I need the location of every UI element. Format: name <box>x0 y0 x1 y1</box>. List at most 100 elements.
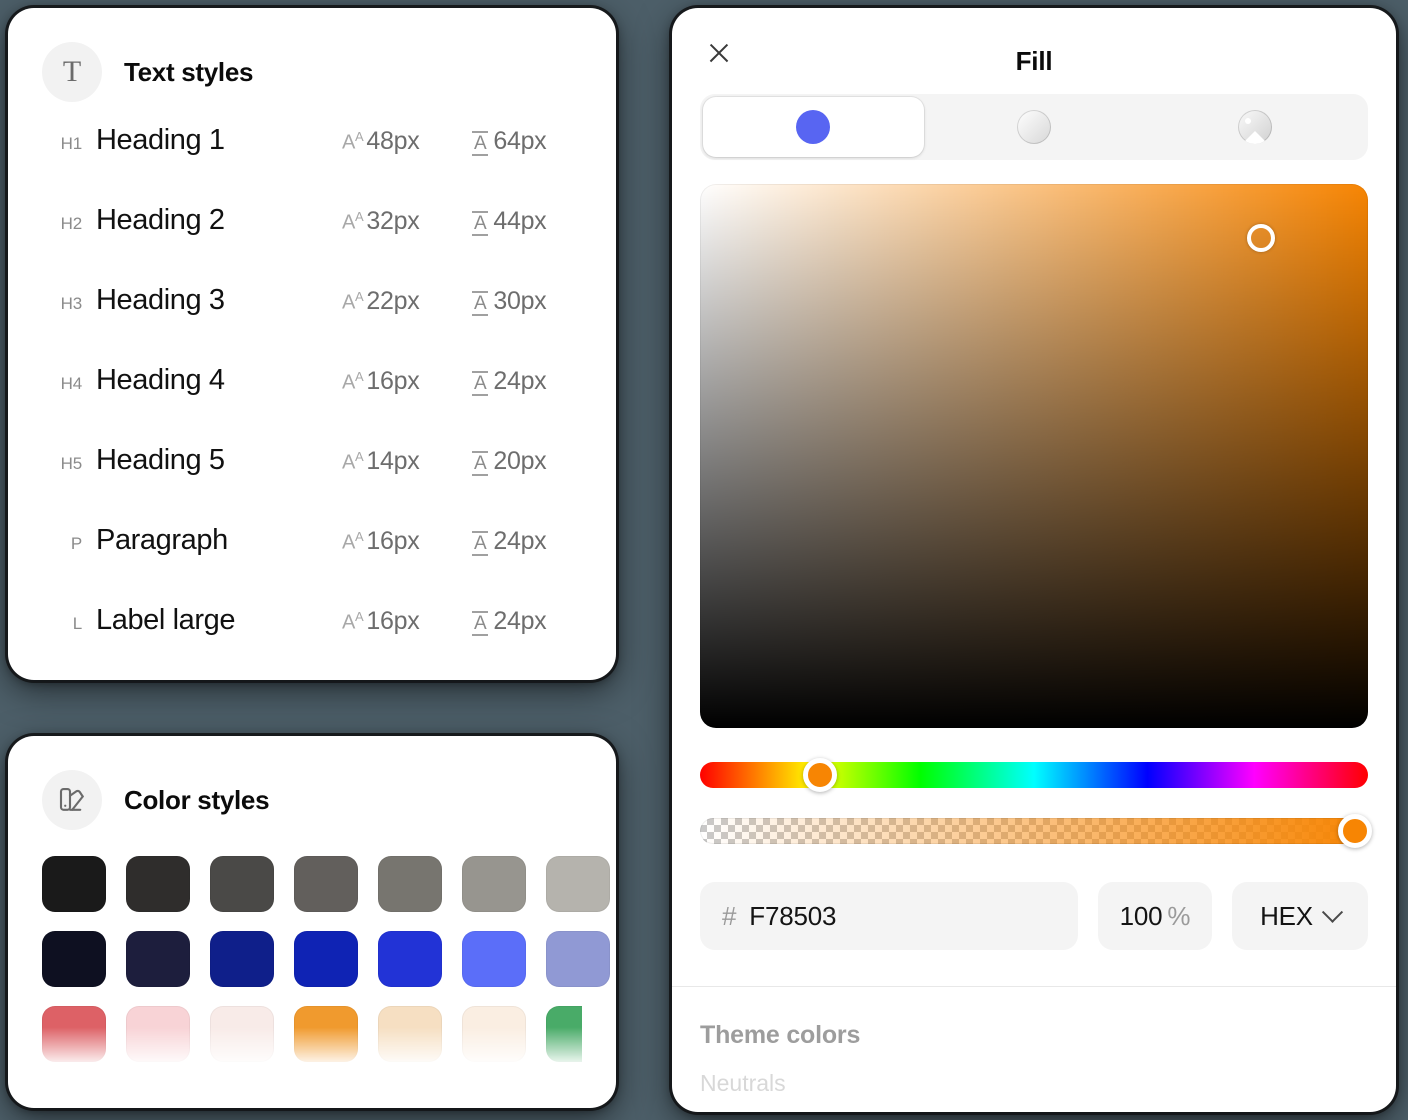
fill-type-tabs <box>700 94 1368 160</box>
color-swatch[interactable] <box>294 931 358 987</box>
solid-color-circle-icon <box>796 110 831 144</box>
line-height-metric: A 24px <box>472 527 582 556</box>
style-name: Heading 3 <box>96 284 225 316</box>
color-swatch[interactable] <box>42 1006 106 1062</box>
gradient-circle-icon <box>1017 110 1051 144</box>
font-size-metric: AA 16px <box>342 527 472 556</box>
color-styles-header: Color styles <box>8 736 616 830</box>
list-item[interactable]: L Label large AA 16px A 24px <box>8 604 616 680</box>
line-height-icon: A <box>472 211 489 236</box>
color-swatch[interactable] <box>462 1006 526 1062</box>
line-height-value: 24px <box>493 607 547 635</box>
alpha-slider-handle[interactable] <box>1337 814 1372 848</box>
line-height-icon: A <box>472 451 489 476</box>
page-title: Text styles <box>124 56 254 87</box>
font-size-value: 22px <box>366 287 420 315</box>
color-swatch[interactable] <box>42 931 106 987</box>
color-swatch[interactable] <box>378 856 442 912</box>
tab-gradient[interactable] <box>924 97 1145 157</box>
style-tag: P <box>70 534 82 553</box>
color-swatch[interactable] <box>546 856 610 912</box>
style-name: Heading 5 <box>96 444 225 476</box>
color-swatch[interactable] <box>126 931 190 987</box>
font-size-value: 14px <box>366 447 420 475</box>
color-styles-title: Color styles <box>124 784 270 815</box>
tab-solid-color[interactable] <box>703 97 924 157</box>
opacity-input[interactable]: 100 % <box>1098 882 1212 950</box>
color-swatch[interactable] <box>294 856 358 912</box>
color-format-select[interactable]: HEX <box>1232 882 1368 950</box>
list-item[interactable]: P Paragraph AA 16px A 24px <box>8 524 616 604</box>
opacity-unit: % <box>1167 900 1191 931</box>
text-style-list: H1 Heading 1 AA 48px A 64px H2 Heading 2… <box>8 124 616 680</box>
style-tag: H1 <box>60 134 83 153</box>
line-height-value: 30px <box>493 287 547 315</box>
line-height-value: 24px <box>493 367 547 395</box>
font-size-value: 16px <box>366 527 420 555</box>
color-swatch[interactable] <box>462 856 526 912</box>
color-swatch[interactable] <box>210 1006 274 1062</box>
color-swatch-grid <box>8 856 616 1062</box>
tab-image[interactable] <box>1144 97 1365 157</box>
color-swatch[interactable] <box>210 931 274 987</box>
list-item[interactable]: H3 Heading 3 AA 22px A 30px <box>8 284 616 364</box>
font-size-icon: AA <box>342 609 364 634</box>
color-swatch[interactable] <box>42 856 106 912</box>
line-height-metric: A 64px <box>472 127 582 156</box>
hex-value: F78503 <box>749 900 837 931</box>
hue-slider[interactable] <box>700 758 1368 792</box>
line-height-icon: A <box>472 291 489 316</box>
list-item[interactable]: H5 Heading 5 AA 14px A 20px <box>8 444 616 524</box>
line-height-value: 20px <box>493 447 547 475</box>
line-height-icon: A <box>472 371 489 396</box>
color-swatch[interactable] <box>126 1006 190 1062</box>
color-swatch[interactable] <box>378 931 442 987</box>
palette-swatches-icon <box>42 770 102 830</box>
alpha-slider[interactable] <box>700 814 1372 848</box>
line-height-icon: A <box>472 131 489 156</box>
line-height-metric: A 24px <box>472 607 582 636</box>
color-styles-panel: Color styles <box>8 736 616 1108</box>
style-tag: H4 <box>60 374 83 393</box>
font-size-value: 48px <box>366 127 420 155</box>
chevron-down-icon <box>1321 901 1344 923</box>
font-size-metric: AA 16px <box>342 367 472 396</box>
picker-handle[interactable] <box>1247 224 1276 253</box>
font-size-metric: AA 22px <box>342 287 472 316</box>
style-name: Label large <box>96 604 236 636</box>
list-item[interactable]: H1 Heading 1 AA 48px A 64px <box>8 124 616 204</box>
hue-slider-handle[interactable] <box>803 758 838 792</box>
font-size-metric: AA 16px <box>342 607 472 636</box>
fill-panel-title: Fill <box>1015 46 1053 76</box>
text-styles-header: T Text styles <box>8 8 616 102</box>
color-swatch[interactable] <box>378 1006 442 1062</box>
font-size-icon: AA <box>342 369 364 394</box>
color-swatch[interactable] <box>546 931 610 987</box>
text-T-glyph: T <box>62 55 82 88</box>
font-size-icon: AA <box>342 529 364 554</box>
list-item[interactable]: H4 Heading 4 AA 16px A 24px <box>8 364 616 444</box>
line-height-metric: A 44px <box>472 207 582 236</box>
color-swatch[interactable] <box>546 1006 610 1062</box>
style-tag: H2 <box>60 214 83 233</box>
color-swatch[interactable] <box>462 931 526 987</box>
color-swatch[interactable] <box>126 856 190 912</box>
font-size-icon: AA <box>342 209 364 234</box>
hex-input[interactable]: # F78503 <box>700 882 1078 950</box>
line-height-icon: A <box>472 611 489 636</box>
font-size-value: 16px <box>366 367 420 395</box>
close-icon[interactable] <box>704 38 734 68</box>
line-height-value: 44px <box>493 207 547 235</box>
color-swatch[interactable] <box>210 856 274 912</box>
color-swatch[interactable] <box>294 1006 358 1062</box>
image-circle-icon <box>1237 110 1272 144</box>
style-tag: H3 <box>60 294 83 313</box>
saturation-value-picker[interactable] <box>700 184 1368 728</box>
style-tag: H5 <box>60 454 83 473</box>
color-value-inputs: # F78503 100 % HEX <box>700 882 1368 950</box>
swatch-row-neutrals <box>42 856 610 912</box>
list-item[interactable]: H2 Heading 2 AA 32px A 44px <box>8 204 616 284</box>
fill-panel: Fill # F78503 100 % HEX Theme colors Neu… <box>672 8 1396 1112</box>
font-size-value: 32px <box>366 207 420 235</box>
line-height-value: 24px <box>493 527 547 555</box>
